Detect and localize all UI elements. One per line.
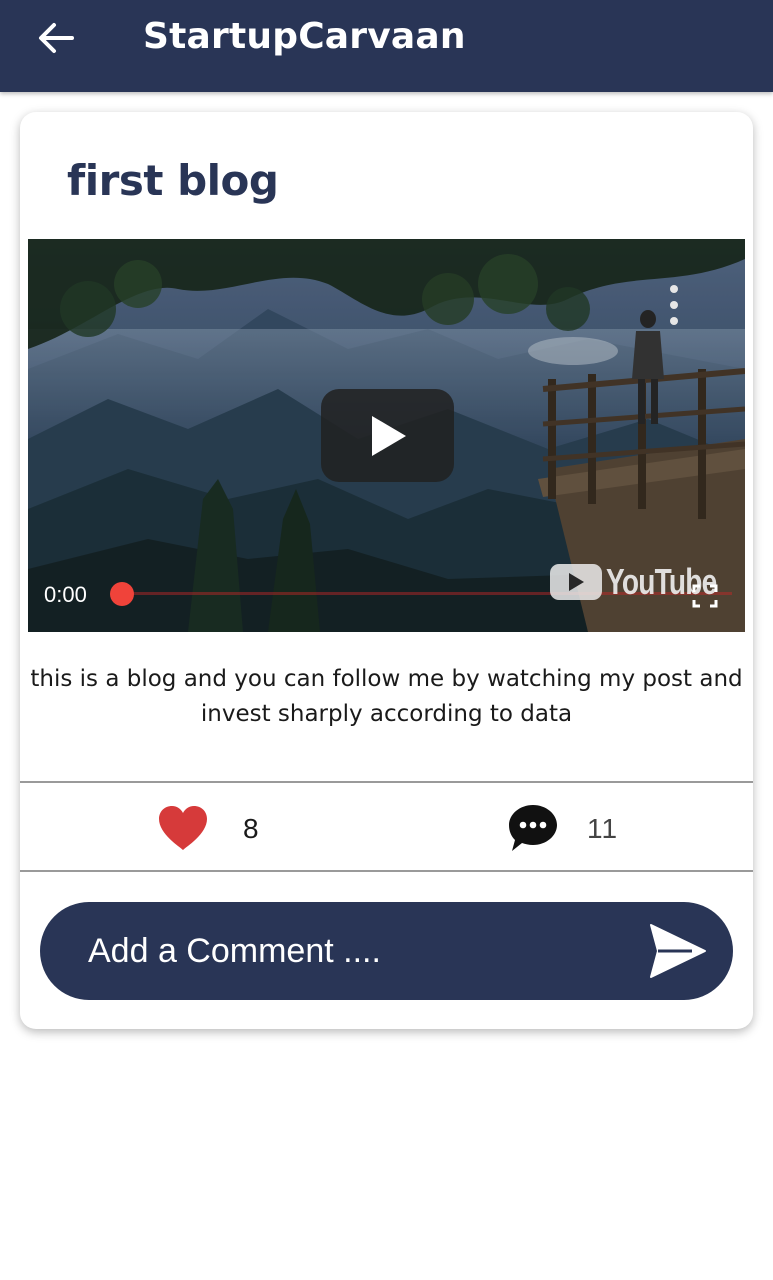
comment-bubble-icon[interactable] [506,802,560,854]
app-bar: StartupCarvaan [0,0,773,92]
video-progress-thumb[interactable] [110,582,134,606]
app-title: StartupCarvaan [143,16,466,57]
fullscreen-icon[interactable] [692,584,718,608]
comment-input[interactable] [88,924,628,978]
video-current-time: 0:00 [44,582,87,607]
like-count: 8 [243,813,259,844]
youtube-play-badge-icon [550,564,602,600]
comment-bar [40,902,733,1000]
video-play-button[interactable] [321,389,454,482]
arrow-left-icon [39,23,74,53]
divider [20,870,753,872]
send-icon[interactable] [648,922,708,980]
post-title: first blog [67,156,279,205]
blog-post-card: first blog 0:00 YouTube this is a blog a… [20,112,753,1029]
heart-icon[interactable] [156,804,210,852]
video-more-button[interactable] [662,285,686,325]
more-vertical-icon [670,285,678,293]
comment-count: 11 [587,813,619,844]
back-button[interactable] [32,18,80,58]
divider [20,781,753,783]
post-body: this is a blog and you can follow me by … [30,666,743,727]
play-icon [371,415,406,456]
video-player[interactable]: 0:00 YouTube [28,239,745,632]
